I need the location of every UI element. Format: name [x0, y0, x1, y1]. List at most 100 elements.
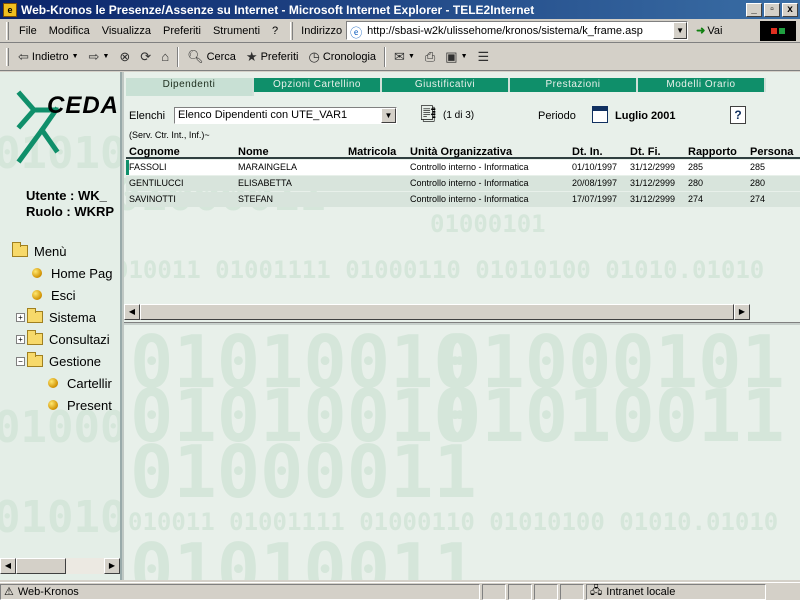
zone-text: Intranet locale: [606, 585, 676, 598]
discuss-button[interactable]: ☰: [473, 46, 495, 68]
refresh-button[interactable]: ⟳: [135, 46, 156, 68]
scroll-left-icon[interactable]: ◀: [0, 558, 16, 574]
favorites-button[interactable]: ★ Preferiti: [241, 46, 304, 68]
background-binary: 01010011: [0, 492, 120, 543]
cell-persona: 285: [750, 162, 766, 172]
close-button[interactable]: x: [782, 2, 798, 17]
calendar-icon[interactable]: [592, 106, 608, 123]
tree-item-label: Cartellir: [67, 375, 112, 391]
column-header[interactable]: Unità Organizzativa: [410, 146, 512, 158]
bullet-icon: [32, 290, 42, 300]
table-row[interactable]: GENTILUCCI ELISABETTA Controllo interno …: [126, 176, 800, 191]
table-row[interactable]: SAVINOTTI STEFAN Controllo interno - Inf…: [126, 192, 800, 207]
mail-dropdown-icon[interactable]: ▼: [408, 53, 415, 60]
discuss-icon: ☰: [477, 48, 490, 64]
tree-item-consultazioni[interactable]: + Consultazi: [12, 328, 112, 350]
expand-plus-icon[interactable]: +: [16, 334, 25, 344]
maximize-button[interactable]: ▫: [764, 2, 780, 17]
tree-item-gestione[interactable]: − Gestione: [12, 350, 112, 372]
minimize-button[interactable]: _: [746, 2, 762, 17]
bullet-icon: [48, 400, 58, 410]
tab-giustificativi[interactable]: Giustificativi: [382, 78, 510, 92]
cell-rapporto: 274: [688, 194, 704, 204]
grid-header: Cognome Nome Matricola Unità Organizzati…: [126, 146, 800, 159]
history-button[interactable]: ◷ Cronologia: [303, 46, 381, 68]
search-label: Cerca: [206, 50, 236, 63]
frame-splitter-horizontal[interactable]: [124, 322, 800, 325]
refresh-icon: ⟳: [140, 48, 152, 64]
column-header[interactable]: Dt. Fi.: [630, 146, 661, 158]
menu-visualizza[interactable]: Visualizza: [96, 25, 157, 37]
column-header[interactable]: Persona: [750, 146, 793, 158]
expand-plus-icon[interactable]: +: [16, 312, 25, 322]
page-icon: ⚠: [4, 586, 14, 598]
address-bar[interactable]: ⓔ http://sbasi-w2k/ulissehome/kronos/sis…: [346, 21, 689, 40]
menu-strumenti[interactable]: Strumenti: [207, 25, 266, 37]
collapse-minus-icon[interactable]: −: [16, 356, 25, 366]
tree-item-esci[interactable]: Esci: [12, 284, 112, 306]
tab-prestazioni[interactable]: Prestazioni: [510, 78, 638, 92]
scroll-left-icon[interactable]: ◀: [124, 304, 140, 320]
address-input[interactable]: http://sbasi-w2k/ulissehome/kronos/siste…: [367, 25, 673, 37]
go-button[interactable]: ➜ Vai: [696, 24, 723, 38]
left-navigation-frame: 01010010 01000101 01010011 CEDA Utente :…: [0, 72, 122, 580]
menu-modifica[interactable]: Modifica: [43, 25, 96, 37]
go-label: Vai: [707, 24, 723, 37]
background-binary: 010011 01001111 01000110 01010100 01010.…: [128, 508, 779, 536]
menu-bar: File Modifica Visualizza Preferiti Strum…: [0, 19, 800, 43]
tree-item-home[interactable]: Home Pag: [12, 262, 112, 284]
mail-button[interactable]: ✉ ▼: [389, 46, 420, 68]
tab-bar: Dipendenti Opzioni Cartellino Giustifica…: [126, 78, 770, 96]
edit-dropdown-icon[interactable]: ▼: [461, 53, 468, 60]
column-header[interactable]: Rapporto: [688, 146, 737, 158]
grid-horizontal-scrollbar[interactable]: ◀ ▶: [124, 304, 750, 320]
stop-button[interactable]: ⊗: [114, 46, 135, 68]
edit-button[interactable]: ▣ ▼: [440, 46, 472, 68]
back-dropdown-icon[interactable]: ▼: [72, 53, 79, 60]
periodo-value: Luglio 2001: [615, 110, 676, 122]
tree-item-cartellino[interactable]: Cartellir: [12, 372, 112, 394]
scroll-right-icon[interactable]: ▶: [734, 304, 750, 320]
left-horizontal-scrollbar[interactable]: ◀ ▶: [0, 558, 120, 574]
search-button[interactable]: 🔍︎ Cerca: [182, 46, 241, 68]
column-header[interactable]: Matricola: [348, 146, 396, 158]
back-button[interactable]: ⇦ Indietro ▼: [13, 46, 84, 68]
address-dropdown-icon[interactable]: ▼: [673, 22, 688, 39]
tree-item-presenze[interactable]: Present: [12, 394, 112, 416]
tree-item-menu[interactable]: Menù: [12, 240, 112, 262]
column-header[interactable]: Dt. In.: [572, 146, 603, 158]
column-header[interactable]: Nome: [238, 146, 269, 158]
intranet-icon: 🖧︎: [590, 585, 603, 597]
history-icon: ◷: [308, 48, 320, 64]
forward-arrow-icon: ⇨: [88, 48, 100, 64]
scroll-track[interactable]: [140, 304, 734, 320]
home-button[interactable]: ⌂: [156, 46, 174, 68]
tree-item-label: Consultazi: [49, 331, 110, 347]
table-row[interactable]: FASSOLI MARAINGELA Controllo interno - I…: [126, 160, 800, 175]
tree-item-sistema[interactable]: + Sistema: [12, 306, 112, 328]
pages-icon[interactable]: 📑︎: [418, 105, 438, 125]
forward-dropdown-icon[interactable]: ▼: [102, 53, 109, 60]
background-binary: 01000011: [130, 430, 477, 514]
forward-button[interactable]: ⇨ ▼: [84, 46, 115, 68]
help-icon[interactable]: ?: [730, 106, 746, 124]
employee-list-frame: 01000011 01000101 010011 01001111 010001…: [124, 72, 800, 322]
background-binary: 01010010: [130, 320, 477, 404]
elenchi-select[interactable]: Elenco Dipendenti con UTE_VAR1 ▼: [174, 107, 397, 124]
chevron-down-icon[interactable]: ▼: [381, 108, 396, 123]
menu-help[interactable]: ?: [266, 25, 284, 37]
scroll-thumb[interactable]: [16, 558, 66, 574]
status-text: Web-Kronos: [17, 585, 79, 598]
status-bar: ⚠ Web-Kronos 🖧︎ Intranet locale: [0, 582, 800, 600]
menu-file[interactable]: File: [13, 25, 43, 37]
tab-modelli-orario[interactable]: Modelli Orario: [638, 78, 766, 92]
scroll-track[interactable]: [16, 558, 104, 574]
background-binary: 01000101: [430, 210, 546, 238]
scroll-right-icon[interactable]: ▶: [104, 558, 120, 574]
menu-preferiti[interactable]: Preferiti: [157, 25, 207, 37]
scroll-thumb[interactable]: [140, 304, 734, 320]
print-button[interactable]: ⎙: [420, 46, 440, 68]
column-header[interactable]: Cognome: [129, 146, 180, 158]
tab-opzioni-cartellino[interactable]: Opzioni Cartellino: [254, 78, 382, 92]
tab-dipendenti[interactable]: Dipendenti: [126, 78, 254, 96]
